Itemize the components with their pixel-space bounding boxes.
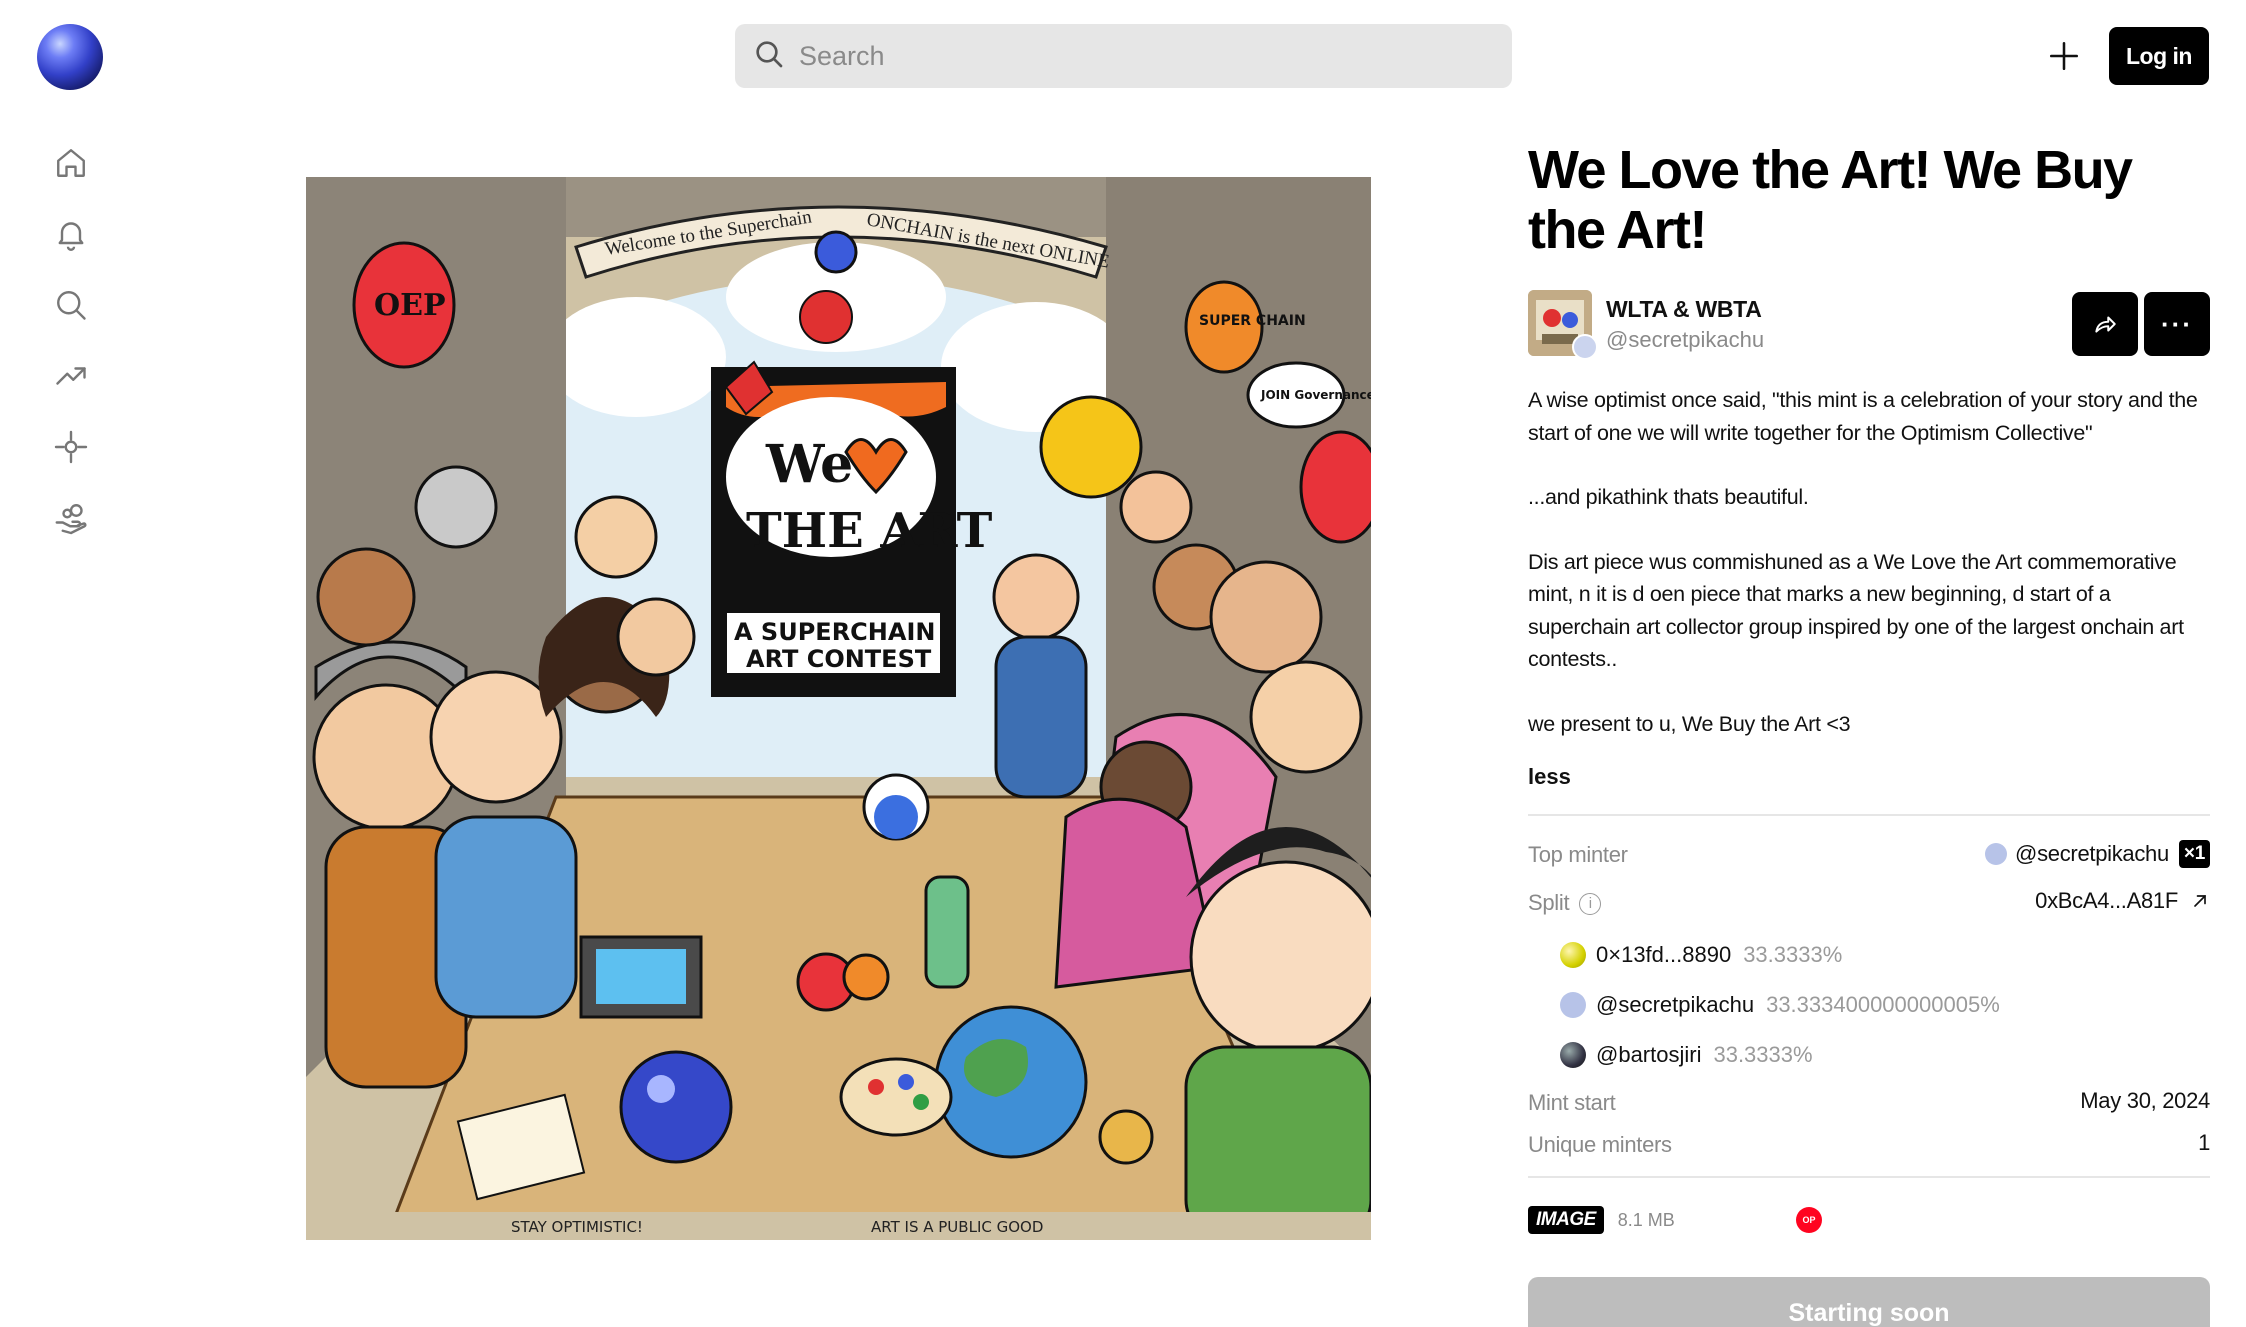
optimism-chain-icon: OP [1796,1207,1822,1233]
sign-subtitle-line2: ART CONTEST [746,645,932,673]
sidebar-item-home[interactable] [48,140,94,186]
info-icon[interactable]: i [1579,893,1602,915]
search-icon [57,291,86,320]
split-recipient[interactable]: 0×13fd...8890 33.3333% [1528,930,2210,980]
more-icon: ··· [2161,308,2193,339]
sidebar-item-notifications[interactable] [48,211,94,257]
top-minter-handle[interactable]: @secretpikachu [2015,841,2169,867]
mint-start-value: May 30, 2024 [2080,1088,2210,1113]
bell-icon [58,222,84,251]
footer-right-text: ART IS A PUBLIC GOOD [871,1218,1043,1236]
artwork-illustration: Welcome to the Superchain ONCHAIN is the… [306,177,1371,1240]
recipient-avatar [1560,992,1586,1018]
create-button[interactable] [2042,33,2086,79]
app-window: Log in [0,0,2246,1327]
login-button[interactable]: Log in [2109,27,2209,85]
recipient-name: @secretpikachu [1596,992,1755,1017]
description-paragraph: ...and pikathink thats beautiful. [1528,485,1809,509]
divider [1528,1176,2210,1178]
artwork-image[interactable]: Welcome to the Superchain ONCHAIN is the… [306,177,1371,1240]
recipient-name: @bartosjiri [1596,1042,1702,1067]
creator-badge-avatar [1572,334,1598,360]
sidebar-nav [48,140,94,566]
mint-button[interactable]: Starting soon [1528,1277,2210,1327]
split-address-link[interactable]: 0xBcA4...A81F [2035,888,2210,914]
share-icon [2095,316,2116,333]
media-meta-row: IMAGE 8.1 MB OP [1528,1196,2210,1244]
unique-minters-row: Unique minters 1 [1528,1122,2210,1164]
recipient-avatar [1560,1042,1586,1068]
top-minter-avatar [1985,843,2008,865]
sphere-logo[interactable] [37,24,103,90]
description-paragraph: we present to u, We Buy the Art <3 [1528,711,1851,736]
details-panel: We Love the Art! We Buy the Art! WLTA & … [1528,140,2210,1244]
bubble-superchain: SUPER CHAIN [1199,313,1306,329]
mint-start-row: Mint start May 30, 2024 [1528,1080,2210,1122]
creator-name[interactable]: WLTA & WBTA [1606,296,1762,323]
unique-minters-value: 1 [2198,1130,2210,1155]
sidebar-item-rewards[interactable] [48,495,94,541]
crosshair-icon [54,430,88,464]
top-minter-label: Top minter [1528,842,1628,867]
balloon-text: OEP [374,288,446,323]
mint-count-badge: ×1 [2178,840,2210,868]
bubble-join: JOIN Governance! [1260,388,1371,402]
sidebar-item-search[interactable] [48,282,94,328]
home-icon [57,149,85,177]
recipient-percentage: 33.333400000000005% [1766,992,2000,1017]
search-bar[interactable] [735,24,1512,88]
description-paragraph: Dis art piece wus commishuned as a We Lo… [1528,549,2184,672]
hand-coins-icon [55,504,87,535]
sidebar-item-explore[interactable] [48,424,94,470]
sign-title-line1: We [765,434,853,495]
less-toggle[interactable]: less [1528,764,1571,790]
split-row: Split i 0xBcA4...A81F [1528,880,2210,922]
split-label: Split [1528,890,1570,915]
description: A wise optimist once said, "this mint is… [1528,384,2210,740]
recipient-avatar [1560,942,1586,968]
split-address: 0xBcA4...A81F [2035,888,2178,913]
description-paragraph: A wise optimist once said, "this mint is… [1528,388,2198,445]
more-options-button[interactable]: ··· [2144,292,2210,356]
creator-handle[interactable]: @secretpikachu [1606,327,1764,353]
recipient-name: 0×13fd...8890 [1596,942,1732,967]
mint-start-label: Mint start [1528,1090,1616,1115]
split-recipient[interactable]: @secretpikachu 33.333400000000005% [1528,980,2210,1030]
recipient-percentage: 33.3333% [1713,1042,1813,1067]
creator-row: WLTA & WBTA @secretpikachu ··· [1528,290,2210,360]
recipient-percentage: 33.3333% [1743,942,1843,967]
share-button[interactable] [2072,292,2138,356]
trending-up-icon [56,367,86,385]
page-title: We Love the Art! We Buy the Art! [1528,140,2133,260]
split-recipient[interactable]: @bartosjiri 33.3333% [1528,1030,2210,1080]
footer-left-text: STAY OPTIMISTIC! [511,1218,643,1236]
external-link-icon [2194,895,2206,907]
plus-icon [2049,41,2079,71]
media-type-badge: IMAGE [1528,1206,1604,1234]
sign-subtitle-line1: A SUPERCHAIN [734,618,935,646]
top-minter-row: Top minter @secretpikachu ×1 [1528,832,2210,874]
file-size: 8.1 MB [1617,1209,1675,1230]
sign-title-line2: THE ART [746,503,993,559]
search-input[interactable] [799,40,1479,72]
unique-minters-label: Unique minters [1528,1132,1672,1157]
search-icon [753,38,785,75]
sidebar-item-trending[interactable] [48,353,94,399]
